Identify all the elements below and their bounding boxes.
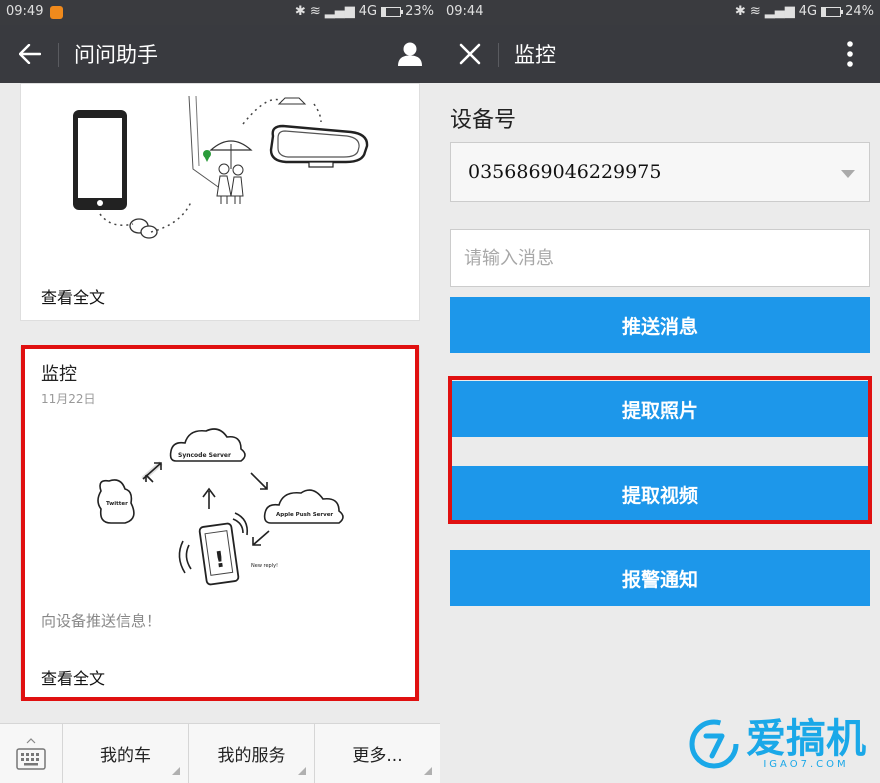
article-title: 监控 (41, 364, 77, 385)
menu-label: 更多... (352, 746, 403, 766)
battery-percent: 23% (405, 4, 434, 19)
watermark-logo-icon (689, 719, 739, 769)
twitter-label: Twitter (106, 501, 128, 507)
read-more-link[interactable]: 查看全文 (41, 665, 105, 689)
device-select-value: 0356869046229975 (468, 161, 662, 183)
battery-percent: 24% (845, 4, 874, 19)
signal-icon: ▂▄▆ (764, 4, 795, 19)
syncode-server-label: Syncode Server (178, 452, 231, 459)
wifi-icon: ≋ (309, 4, 321, 19)
device-label: 设备号 (450, 108, 517, 133)
submenu-indicator-icon (424, 767, 432, 775)
battery-icon (381, 6, 404, 17)
network-type: 4G (798, 4, 818, 19)
more-vertical-icon[interactable] (834, 38, 866, 70)
wifi-icon: ≋ (749, 4, 761, 19)
status-indicators: ✱ ≋ ▂▄▆ 4G 23% (295, 4, 434, 19)
menu-my-car[interactable]: 我的车 (63, 724, 189, 783)
page-title: 监控 (514, 43, 556, 67)
alarm-notify-button[interactable]: 报警通知 (450, 550, 870, 606)
title-bar: 监控 (440, 25, 880, 83)
network-type: 4G (358, 4, 378, 19)
keyboard-toggle[interactable] (0, 724, 63, 783)
menu-label: 我的服务 (217, 746, 286, 766)
status-bar: 09:49 ✱ ≋ ▂▄▆ 4G 23% (0, 0, 440, 25)
signal-icon: ▂▄▆ (324, 4, 355, 19)
capture-photo-button[interactable]: 提取照片 (450, 381, 870, 437)
menu-more[interactable]: 更多... (315, 724, 440, 783)
apple-push-server-label: Apple Push Server (276, 512, 333, 518)
bottom-menu: 我的车 我的服务 更多... (0, 723, 440, 783)
capture-video-button[interactable]: 提取视频 (450, 466, 870, 522)
device-select[interactable]: 0356869046229975 (450, 142, 870, 202)
watermark: 爱搞机 IGAO7.COM (688, 718, 866, 770)
article-card-monitor[interactable]: 监控 11月22日 Syncode Server Twitter Apple P… (20, 346, 420, 700)
close-icon[interactable] (454, 38, 486, 70)
status-bar: 09:44 ✱ ≋ ▂▄▆ 4G 24% (440, 0, 880, 25)
article-card[interactable]: 查看全文 (20, 83, 420, 321)
watermark-subtext: IGAO7.COM (763, 758, 849, 770)
left-screen: 09:49 ✱ ≋ ▂▄▆ 4G 23% 问问助手 查看全文 监控 11月22日… (0, 0, 440, 783)
bluetooth-icon: ✱ (294, 4, 306, 19)
title-divider (498, 43, 499, 67)
new-reply-label: New reply! (251, 563, 278, 569)
push-diagram-illustration: Syncode Server Twitter Apple Push Server… (97, 428, 344, 586)
read-more-link[interactable]: 查看全文 (41, 284, 105, 308)
status-indicators: ✱ ≋ ▂▄▆ 4G 24% (735, 4, 874, 19)
article-date: 11月22日 (41, 392, 96, 406)
submenu-indicator-icon (172, 767, 180, 775)
page-title: 问问助手 (74, 43, 158, 67)
arrow-left-icon[interactable] (14, 38, 46, 70)
battery-icon (821, 6, 844, 17)
person-icon[interactable] (394, 38, 426, 70)
title-bar: 问问助手 (0, 25, 440, 83)
article-illustration (73, 95, 369, 239)
status-time: 09:49 (6, 4, 44, 19)
message-input[interactable] (450, 229, 870, 287)
right-screen: 09:44 ✱ ≋ ▂▄▆ 4G 24% 监控 设备号 035686904622… (440, 0, 880, 783)
chevron-down-icon (841, 170, 855, 178)
title-divider (58, 43, 59, 67)
menu-label: 我的车 (100, 746, 151, 766)
bluetooth-icon: ✱ (734, 4, 746, 19)
notification-icon (50, 6, 63, 19)
article-description: 向设备推送信息！ (41, 612, 162, 630)
submenu-indicator-icon (298, 767, 306, 775)
keyboard-icon (16, 737, 46, 770)
status-time: 09:44 (446, 4, 484, 19)
watermark-text: 爱搞机 (746, 715, 866, 762)
push-message-button[interactable]: 推送消息 (450, 297, 870, 353)
menu-my-services[interactable]: 我的服务 (189, 724, 315, 783)
